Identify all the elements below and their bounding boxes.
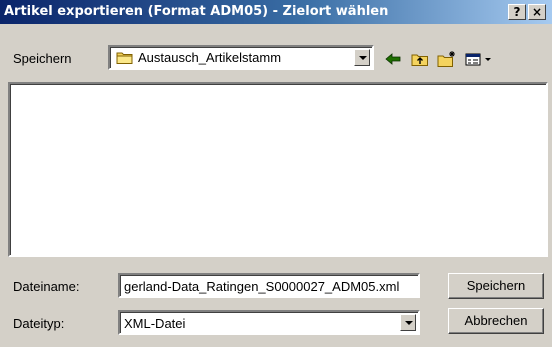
up-folder-icon[interactable] [410, 49, 430, 69]
help-button[interactable]: ? [508, 4, 526, 20]
window-title: Artikel exportieren (Format ADM05) - Zie… [4, 4, 389, 19]
save-in-combobox[interactable]: Austausch_Artikelstamm [108, 45, 374, 70]
filename-value: gerland-Data_Ratingen_S0000027_ADM05.xml [124, 279, 400, 294]
new-folder-icon[interactable] [436, 49, 458, 69]
title-bar[interactable]: Artikel exportieren (Format ADM05) - Zie… [0, 0, 552, 24]
file-list[interactable] [8, 82, 548, 257]
view-menu-icon[interactable] [464, 49, 496, 69]
save-in-label: Speichern [13, 51, 72, 66]
folder-icon [116, 50, 134, 68]
filetype-select[interactable]: XML-Datei [118, 310, 420, 335]
cancel-button[interactable]: Abbrechen [448, 308, 544, 334]
filename-input[interactable]: gerland-Data_Ratingen_S0000027_ADM05.xml [118, 273, 420, 298]
filetype-value: XML-Datei [124, 316, 186, 331]
filename-label: Dateiname: [13, 279, 80, 294]
save-in-dropdown-button[interactable] [354, 49, 370, 66]
close-button[interactable]: × [528, 4, 546, 20]
filetype-label: Dateityp: [13, 316, 65, 331]
back-arrow-icon[interactable] [384, 49, 402, 69]
save-button[interactable]: Speichern [448, 273, 544, 299]
filetype-dropdown-button[interactable] [400, 314, 416, 331]
save-in-folder-name: Austausch_Artikelstamm [138, 50, 282, 65]
